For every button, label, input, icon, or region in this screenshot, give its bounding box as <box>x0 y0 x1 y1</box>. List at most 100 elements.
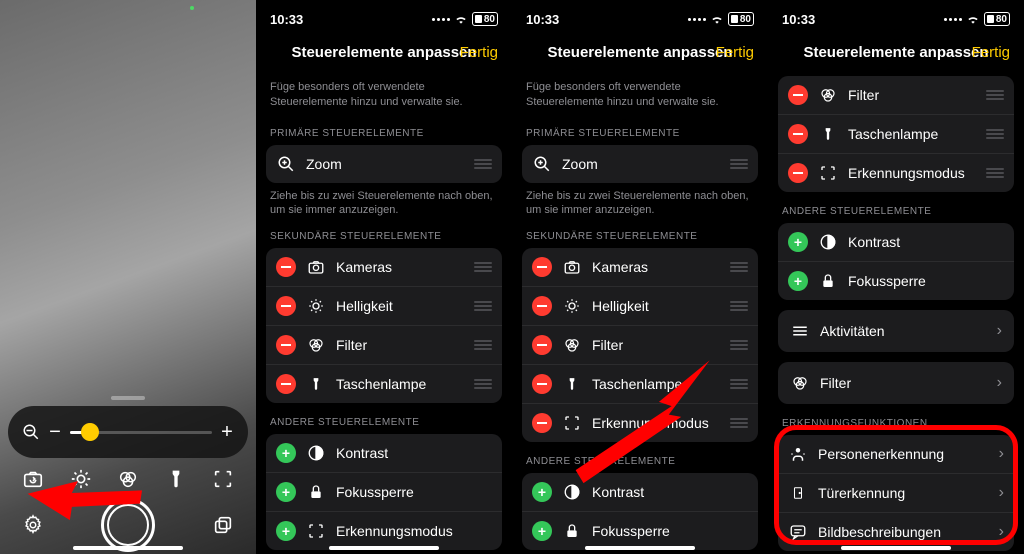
row-cameras[interactable]: Kameras <box>266 248 502 287</box>
privacy-indicator-dot <box>190 6 194 10</box>
battery-icon: 80 <box>984 12 1010 26</box>
row-brightness[interactable]: Helligkeit <box>522 287 758 326</box>
remove-badge-icon[interactable] <box>532 257 552 277</box>
remove-badge-icon[interactable] <box>532 296 552 316</box>
row-contrast[interactable]: Kontrast <box>522 473 758 512</box>
row-focuslock[interactable]: Fokussperre <box>266 473 502 512</box>
primary-hint: Ziehe bis zu zwei Steuerelemente nach ob… <box>256 183 512 218</box>
remove-badge-icon[interactable] <box>276 257 296 277</box>
zoom-slider[interactable] <box>70 431 212 434</box>
reorder-handle-icon[interactable] <box>474 379 492 389</box>
remove-badge-icon[interactable] <box>276 296 296 316</box>
add-badge-icon[interactable] <box>532 482 552 502</box>
reorder-handle-icon[interactable] <box>730 301 748 311</box>
zoom-out-icon[interactable] <box>22 423 40 441</box>
flashlight-icon[interactable] <box>161 464 191 494</box>
remove-badge-icon[interactable] <box>276 335 296 355</box>
row-filter[interactable]: Filter <box>266 326 502 365</box>
reorder-handle-icon[interactable] <box>986 168 1004 178</box>
panel-1-magnifier: − + <box>0 0 256 554</box>
row-focuslock[interactable]: Fokussperre <box>778 262 1014 300</box>
lock-icon <box>818 271 838 291</box>
reorder-handle-icon[interactable] <box>474 159 492 169</box>
camera-switch-icon[interactable] <box>18 464 48 494</box>
row-label: Filter <box>336 337 464 353</box>
reorder-handle-icon[interactable] <box>474 340 492 350</box>
detect-mode-icon[interactable] <box>208 464 238 494</box>
panel-grip[interactable] <box>111 396 145 400</box>
wifi-icon <box>454 14 468 24</box>
plus-icon[interactable]: + <box>220 421 234 444</box>
status-bar: 10:33 80 <box>768 0 1024 32</box>
activities-icon <box>790 321 810 341</box>
add-badge-icon[interactable] <box>276 482 296 502</box>
row-person-detect[interactable]: Personenerkennung › <box>778 435 1014 474</box>
shutter-button[interactable] <box>101 498 155 552</box>
remove-badge-icon[interactable] <box>276 374 296 394</box>
speech-icon <box>788 522 808 542</box>
remove-badge-icon[interactable] <box>788 124 808 144</box>
home-indicator[interactable] <box>585 546 695 550</box>
row-flashlight[interactable]: Taschenlampe <box>778 115 1014 154</box>
row-zoom[interactable]: Zoom <box>522 145 758 183</box>
minus-icon[interactable]: − <box>48 421 62 444</box>
row-label: Personenerkennung <box>818 446 989 462</box>
done-button[interactable]: Fertig <box>716 44 754 61</box>
reorder-handle-icon[interactable] <box>730 159 748 169</box>
brightness-icon[interactable] <box>66 464 96 494</box>
wifi-icon <box>966 14 980 24</box>
remove-badge-icon[interactable] <box>788 163 808 183</box>
add-badge-icon[interactable] <box>276 443 296 463</box>
contrast-icon <box>818 232 838 252</box>
row-contrast[interactable]: Kontrast <box>778 223 1014 262</box>
reorder-handle-icon[interactable] <box>474 262 492 272</box>
row-label: Taschenlampe <box>848 126 976 142</box>
reorder-handle-icon[interactable] <box>730 418 748 428</box>
row-filter[interactable]: Filter <box>522 326 758 365</box>
row-filter-nav[interactable]: Filter › <box>778 362 1014 404</box>
row-filter[interactable]: Filter <box>778 76 1014 115</box>
remove-badge-icon[interactable] <box>532 374 552 394</box>
row-label: Erkennungsmodus <box>592 415 720 431</box>
status-time: 10:33 <box>526 12 559 27</box>
section-other: ANDERE STEUERELEMENTE <box>768 192 1024 223</box>
add-badge-icon[interactable] <box>788 232 808 252</box>
filter-icon[interactable] <box>113 464 143 494</box>
row-label: Aktivitäten <box>820 323 987 339</box>
remove-badge-icon[interactable] <box>532 335 552 355</box>
row-detectmode[interactable]: Erkennungsmodus <box>522 404 758 442</box>
zoom-thumb[interactable] <box>81 423 99 441</box>
flashlight-icon <box>562 374 582 394</box>
multiview-icon[interactable] <box>208 510 238 540</box>
row-contrast[interactable]: Kontrast <box>266 434 502 473</box>
row-door-detect[interactable]: Türerkennung › <box>778 474 1014 513</box>
reorder-handle-icon[interactable] <box>474 301 492 311</box>
reorder-handle-icon[interactable] <box>730 379 748 389</box>
other-list: Kontrast Fokussperre Erkennungsmodus <box>266 434 502 550</box>
row-brightness[interactable]: Helligkeit <box>266 287 502 326</box>
reorder-handle-icon[interactable] <box>986 90 1004 100</box>
remove-badge-icon[interactable] <box>532 413 552 433</box>
row-activities[interactable]: Aktivitäten › <box>778 310 1014 352</box>
reorder-handle-icon[interactable] <box>730 340 748 350</box>
settings-gear-icon[interactable] <box>18 510 48 540</box>
home-indicator[interactable] <box>841 546 951 550</box>
reorder-handle-icon[interactable] <box>730 262 748 272</box>
row-flashlight[interactable]: Taschenlampe <box>522 365 758 404</box>
add-badge-icon[interactable] <box>532 521 552 541</box>
chevron-right-icon: › <box>999 484 1004 502</box>
add-badge-icon[interactable] <box>788 271 808 291</box>
row-detectmode[interactable]: Erkennungsmodus <box>778 154 1014 192</box>
row-cameras[interactable]: Kameras <box>522 248 758 287</box>
done-button[interactable]: Fertig <box>972 44 1010 61</box>
home-indicator[interactable] <box>329 546 439 550</box>
row-zoom[interactable]: Zoom <box>266 145 502 183</box>
reorder-handle-icon[interactable] <box>986 129 1004 139</box>
home-indicator[interactable] <box>73 546 183 550</box>
row-detectmode[interactable]: Erkennungsmodus <box>266 512 502 550</box>
done-button[interactable]: Fertig <box>460 44 498 61</box>
row-flashlight[interactable]: Taschenlampe <box>266 365 502 403</box>
row-focuslock[interactable]: Fokussperre <box>522 512 758 550</box>
add-badge-icon[interactable] <box>276 521 296 541</box>
remove-badge-icon[interactable] <box>788 85 808 105</box>
